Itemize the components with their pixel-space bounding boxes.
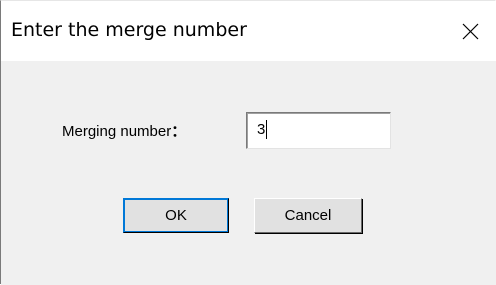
text-caret — [266, 120, 267, 139]
dialog-title: Enter the merge number — [11, 19, 247, 41]
close-icon — [462, 23, 479, 40]
merging-number-label-text: Merging number — [62, 123, 172, 140]
merging-number-value: 3 — [257, 121, 266, 138]
cancel-button[interactable]: Cancel — [254, 198, 362, 233]
merging-number-input[interactable]: 3 — [246, 112, 391, 149]
label-colon: ： — [171, 123, 187, 140]
close-button[interactable] — [447, 11, 493, 51]
title-bar: Enter the merge number — [1, 1, 496, 61]
ok-button[interactable]: OK — [123, 198, 229, 233]
merge-number-dialog: Enter the merge number Merging number： 3… — [0, 0, 496, 285]
dialog-body: Merging number： 3 OK Cancel — [1, 61, 496, 285]
merging-number-label: Merging number： — [62, 120, 186, 141]
